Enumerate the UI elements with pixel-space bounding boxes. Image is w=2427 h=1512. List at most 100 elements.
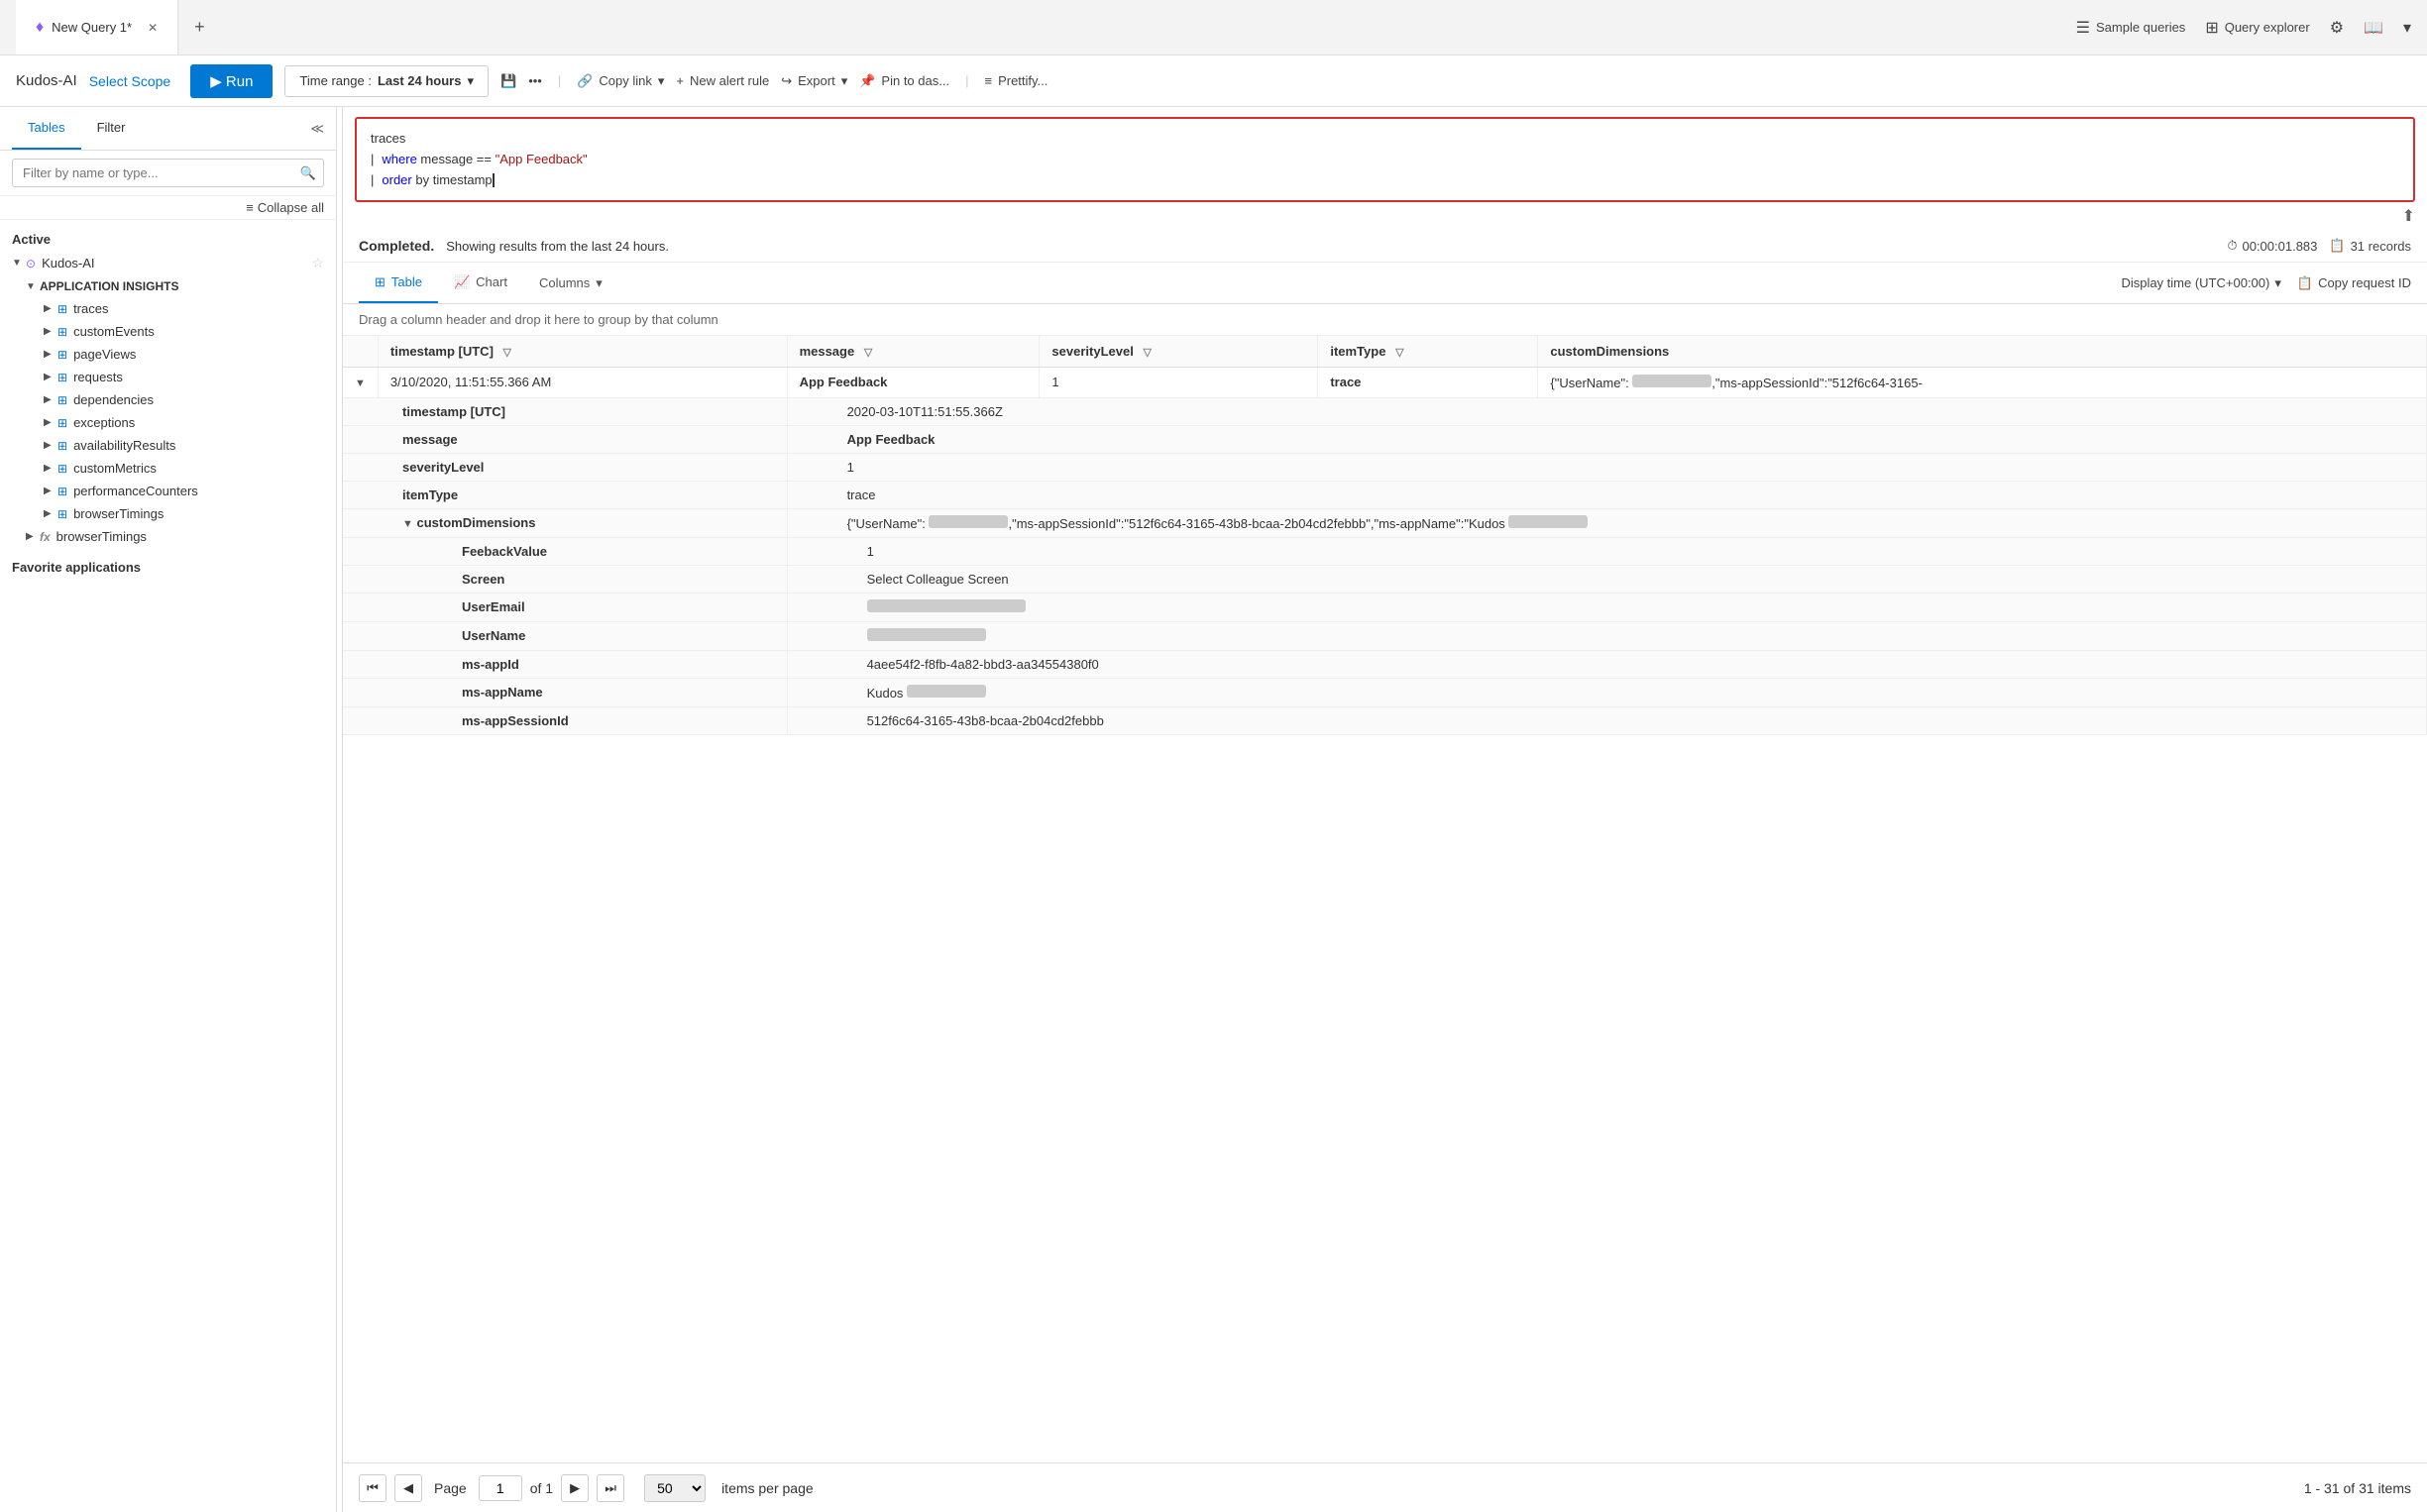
filter-severity-icon[interactable]: ▽	[1143, 347, 1151, 359]
query-results-area: traces | where message == "App Feedback"…	[343, 107, 2427, 1512]
time-range-button[interactable]: Time range : Last 24 hours ▾	[284, 65, 489, 97]
detail-value-cell: 2020-03-10T11:51:55.366Z	[787, 398, 2426, 426]
tab-close-icon[interactable]: ✕	[148, 21, 158, 35]
row-expand-icon[interactable]: ▼	[355, 378, 366, 389]
tree-item-dependencies[interactable]: ▶ ⊞ dependencies	[0, 388, 336, 411]
tree-item-customEvents[interactable]: ▶ ⊞ customEvents	[0, 320, 336, 343]
cell-severityLevel: 1	[1040, 368, 1318, 398]
username-blurred-2	[929, 515, 1008, 528]
query-explorer-button[interactable]: ⊞ Query explorer	[2205, 18, 2309, 38]
query-line-3: | order by timestamp	[371, 170, 2399, 191]
query-tab[interactable]: ♦ New Query 1* ✕	[16, 0, 178, 54]
tab-tables[interactable]: Tables	[12, 107, 81, 150]
sample-queries-button[interactable]: ☰ Sample queries	[2076, 18, 2186, 38]
copy-link-icon: 🔗	[577, 73, 593, 89]
query-editor[interactable]: traces | where message == "App Feedback"…	[355, 117, 2415, 202]
settings-button[interactable]: ⚙	[2330, 18, 2344, 38]
detail-value: trace	[847, 487, 876, 502]
table-icon: ⊞	[57, 507, 67, 521]
run-button[interactable]: ▶ Run	[190, 64, 273, 98]
more-icon: •••	[528, 73, 542, 88]
sidebar-tabs: Tables Filter ≪	[0, 107, 336, 151]
detail-value: 1	[867, 544, 874, 559]
tab-icon: ♦	[36, 19, 44, 37]
drag-hint: Drag a column header and drop it here to…	[343, 304, 2427, 336]
tab-chart[interactable]: 📈 Chart	[438, 263, 523, 303]
tree-item-kudos-ai[interactable]: ▼ ⊙ Kudos-AI ☆	[0, 251, 336, 275]
prettify-label: Prettify...	[998, 73, 1048, 88]
tree-item-exceptions[interactable]: ▶ ⊞ exceptions	[0, 411, 336, 434]
next-page-button[interactable]: ▶	[561, 1474, 589, 1502]
columns-button[interactable]: Columns ▾	[527, 263, 614, 303]
new-alert-button[interactable]: + New alert rule	[676, 73, 769, 88]
tree-item-functions[interactable]: ▶ fx browserTimings	[0, 525, 336, 548]
sample-queries-label: Sample queries	[2096, 20, 2185, 35]
filter-message-icon[interactable]: ▽	[864, 347, 872, 359]
copy-link-label: Copy link	[599, 73, 651, 88]
chart-tab-label: Chart	[476, 274, 507, 289]
first-page-button[interactable]: ⏮	[359, 1474, 386, 1502]
detail-label: UserName	[462, 628, 525, 643]
detail-label: ms-appSessionId	[462, 713, 569, 728]
tab-table[interactable]: ⊞ Table	[359, 263, 438, 303]
row-expand-cell[interactable]: ▼	[343, 368, 378, 398]
last-page-button[interactable]: ⏭	[597, 1474, 624, 1502]
scope-label: Kudos-AI	[16, 72, 77, 89]
copy-request-id-button[interactable]: 📋 Copy request ID	[2297, 275, 2411, 291]
sub-label-cell: UserName	[343, 622, 787, 651]
toolbar-separator-2: |	[965, 73, 968, 88]
detail-label: ms-appId	[462, 657, 519, 672]
tree-item-browserTimings[interactable]: ▶ ⊞ browserTimings	[0, 502, 336, 525]
timestamp-value: 3/10/2020, 11:51:55.366 AM	[390, 375, 551, 389]
sub-label-cell: FeebackValue	[343, 538, 787, 566]
tree-item-traces[interactable]: ▶ ⊞ traces	[0, 297, 336, 320]
export-button[interactable]: ↪ Export ▾	[781, 73, 847, 89]
detail-value: 512f6c64-3165-43b8-bcaa-2b04cd2febbb	[867, 713, 1104, 728]
chevron-button[interactable]: ▾	[2403, 18, 2411, 38]
customDimensions-expand-icon[interactable]: ▼	[402, 518, 413, 530]
prev-page-button[interactable]: ◀	[394, 1474, 422, 1502]
th-timestamp-label: timestamp [UTC]	[390, 344, 494, 359]
copy-link-button[interactable]: 🔗 Copy link ▾	[577, 73, 664, 89]
table-icon: ⊞	[57, 393, 67, 407]
tree-item-availabilityResults[interactable]: ▶ ⊞ availabilityResults	[0, 434, 336, 457]
more-button[interactable]: •••	[528, 73, 542, 88]
per-page-select[interactable]: 50 100 200	[644, 1474, 706, 1502]
editor-collapse-button[interactable]: ⬆	[2402, 206, 2415, 226]
star-icon[interactable]: ☆	[311, 255, 324, 271]
detail-row-msAppName: ms-appName Kudos	[343, 679, 2427, 707]
sub-label-cell: ms-appName	[343, 679, 787, 707]
tree-label: pageViews	[73, 347, 136, 362]
tab-label: New Query 1*	[52, 20, 132, 35]
customDimensions-value: {"UserName":	[847, 516, 930, 531]
sidebar-collapse-icon[interactable]: ≪	[310, 121, 324, 137]
tree-item-app-insights[interactable]: ▼ APPLICATION INSIGHTS	[0, 275, 336, 297]
search-input[interactable]	[12, 159, 324, 187]
prettify-button[interactable]: ≡ Prettify...	[984, 73, 1048, 88]
pin-button[interactable]: 📌 Pin to das...	[859, 73, 949, 89]
tree-item-requests[interactable]: ▶ ⊞ requests	[0, 366, 336, 388]
detail-row-msAppSessionId: ms-appSessionId 512f6c64-3165-43b8-bcaa-…	[343, 707, 2427, 735]
save-button[interactable]: 💾	[500, 73, 516, 89]
tree-item-pageViews[interactable]: ▶ ⊞ pageViews	[0, 343, 336, 366]
appname-blurred-2	[907, 685, 986, 698]
display-time-button[interactable]: Display time (UTC+00:00) ▾	[2121, 275, 2280, 291]
query-line-1: traces	[371, 129, 2399, 150]
tree-arrow-icon: ▶	[44, 508, 57, 519]
tree-item-customMetrics[interactable]: ▶ ⊞ customMetrics	[0, 457, 336, 480]
book-button[interactable]: 📖	[2364, 18, 2383, 38]
tree-label: customEvents	[73, 324, 155, 339]
query-order-by: by timestamp	[412, 170, 493, 191]
collapse-all-button[interactable]: ≡ Collapse all	[246, 200, 324, 215]
page-number-input[interactable]	[479, 1475, 522, 1501]
tree-label: exceptions	[73, 415, 135, 430]
pin-icon: 📌	[859, 73, 875, 89]
filter-timestamp-icon[interactable]: ▽	[503, 347, 511, 359]
tree-item-performanceCounters[interactable]: ▶ ⊞ performanceCounters	[0, 480, 336, 502]
page-of-label: of 1	[530, 1480, 553, 1496]
tab-filter[interactable]: Filter	[81, 107, 142, 150]
itemType-value: trace	[1330, 375, 1361, 389]
filter-itemType-icon[interactable]: ▽	[1395, 347, 1403, 359]
select-scope-button[interactable]: Select Scope	[89, 73, 171, 89]
new-tab-button[interactable]: +	[178, 0, 221, 54]
